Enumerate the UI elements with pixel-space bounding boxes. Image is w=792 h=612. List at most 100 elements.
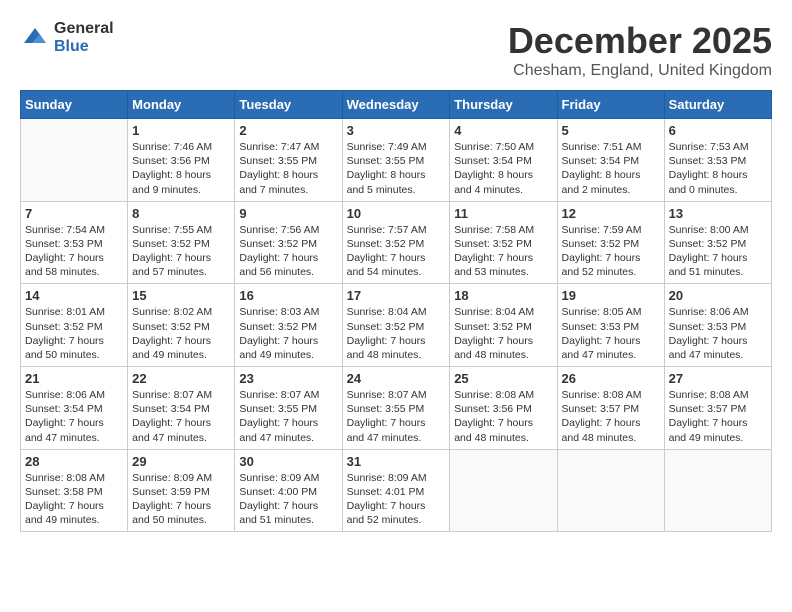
day-info: Sunrise: 8:07 AM Sunset: 3:54 PM Dayligh…	[132, 388, 230, 445]
calendar-cell: 9Sunrise: 7:56 AM Sunset: 3:52 PM Daylig…	[235, 201, 342, 284]
day-info: Sunrise: 8:06 AM Sunset: 3:53 PM Dayligh…	[669, 305, 767, 362]
day-number: 27	[669, 371, 767, 386]
day-number: 22	[132, 371, 230, 386]
calendar-cell: 22 Sunrise: 8:07 AM Sunset: 3:54 PM Dayli…	[128, 367, 235, 450]
day-info: Sunrise: 7:50 AM Sunset: 3:54 PM Dayligh…	[454, 140, 552, 197]
calendar-cell: 7Sunrise: 7:54 AM Sunset: 3:53 PM Daylig…	[21, 201, 128, 284]
header-saturday: Saturday	[664, 91, 771, 119]
day-number: 15	[132, 288, 230, 303]
calendar-cell: 31Sunrise: 8:09 AM Sunset: 4:01 PM Dayli…	[342, 449, 450, 532]
day-info: Sunrise: 8:02 AM Sunset: 3:52 PM Dayligh…	[132, 305, 230, 362]
day-number: 17	[347, 288, 446, 303]
header-sunday: Sunday	[21, 91, 128, 119]
day-number: 6	[669, 123, 767, 138]
header-friday: Friday	[557, 91, 664, 119]
calendar-cell: 2Sunrise: 7:47 AM Sunset: 3:55 PM Daylig…	[235, 119, 342, 202]
day-number: 3	[347, 123, 446, 138]
day-info: Sunrise: 7:56 AM Sunset: 3:52 PM Dayligh…	[239, 223, 337, 280]
logo-text: General Blue	[54, 20, 114, 55]
day-info: Sunrise: 7:49 AM Sunset: 3:55 PM Dayligh…	[347, 140, 446, 197]
calendar-cell: 28 Sunrise: 8:08 AM Sunset: 3:58 PM Dayli…	[21, 449, 128, 532]
day-info: Sunrise: 7:51 AM Sunset: 3:54 PM Dayligh…	[562, 140, 660, 197]
calendar-cell: 3 Sunrise: 7:49 AM Sunset: 3:55 PM Daylig…	[342, 119, 450, 202]
day-number: 4	[454, 123, 552, 138]
day-info: Sunrise: 8:07 AM Sunset: 3:55 PM Dayligh…	[239, 388, 337, 445]
calendar-cell	[450, 449, 557, 532]
day-info: Sunrise: 7:55 AM Sunset: 3:52 PM Dayligh…	[132, 223, 230, 280]
calendar-cell: 10 Sunrise: 7:57 AM Sunset: 3:52 PM Dayli…	[342, 201, 450, 284]
logo-blue-text: Blue	[54, 38, 114, 56]
calendar-cell: 29Sunrise: 8:09 AM Sunset: 3:59 PM Dayli…	[128, 449, 235, 532]
calendar-cell	[21, 119, 128, 202]
calendar-cell: 19 Sunrise: 8:05 AM Sunset: 3:53 PM Dayli…	[557, 284, 664, 367]
calendar-cell: 20 Sunrise: 8:06 AM Sunset: 3:53 PM Dayli…	[664, 284, 771, 367]
day-number: 25	[454, 371, 552, 386]
day-number: 14	[25, 288, 123, 303]
day-info: Sunrise: 8:06 AM Sunset: 3:54 PM Dayligh…	[25, 388, 123, 445]
day-number: 20	[669, 288, 767, 303]
day-number: 12	[562, 206, 660, 221]
day-number: 21	[25, 371, 123, 386]
day-number: 1	[132, 123, 230, 138]
day-info: Sunrise: 8:07 AM Sunset: 3:55 PM Dayligh…	[347, 388, 446, 445]
calendar-week-row: 7Sunrise: 7:54 AM Sunset: 3:53 PM Daylig…	[21, 201, 772, 284]
logo-general-text: General	[54, 20, 114, 38]
day-number: 13	[669, 206, 767, 221]
day-info: Sunrise: 7:57 AM Sunset: 3:52 PM Dayligh…	[347, 223, 446, 280]
header-monday: Monday	[128, 91, 235, 119]
logo: General Blue	[20, 20, 114, 55]
calendar-cell: 16Sunrise: 8:03 AM Sunset: 3:52 PM Dayli…	[235, 284, 342, 367]
day-info: Sunrise: 7:53 AM Sunset: 3:53 PM Dayligh…	[669, 140, 767, 197]
calendar-cell: 24 Sunrise: 8:07 AM Sunset: 3:55 PM Dayli…	[342, 367, 450, 450]
calendar-table: SundayMondayTuesdayWednesdayThursdayFrid…	[20, 90, 772, 532]
day-info: Sunrise: 7:47 AM Sunset: 3:55 PM Dayligh…	[239, 140, 337, 197]
day-info: Sunrise: 8:08 AM Sunset: 3:58 PM Dayligh…	[25, 471, 123, 528]
day-info: Sunrise: 7:59 AM Sunset: 3:52 PM Dayligh…	[562, 223, 660, 280]
day-info: Sunrise: 8:08 AM Sunset: 3:56 PM Dayligh…	[454, 388, 552, 445]
calendar-cell: 25 Sunrise: 8:08 AM Sunset: 3:56 PM Dayli…	[450, 367, 557, 450]
day-number: 23	[239, 371, 337, 386]
calendar-cell: 26Sunrise: 8:08 AM Sunset: 3:57 PM Dayli…	[557, 367, 664, 450]
page-header: General Blue December 2025 Chesham, Engl…	[20, 20, 772, 80]
day-number: 30	[239, 454, 337, 469]
calendar-cell: 6 Sunrise: 7:53 AM Sunset: 3:53 PM Daylig…	[664, 119, 771, 202]
day-info: Sunrise: 8:08 AM Sunset: 3:57 PM Dayligh…	[669, 388, 767, 445]
day-number: 8	[132, 206, 230, 221]
calendar-cell: 1Sunrise: 7:46 AM Sunset: 3:56 PM Daylig…	[128, 119, 235, 202]
calendar-cell: 14Sunrise: 8:01 AM Sunset: 3:52 PM Dayli…	[21, 284, 128, 367]
day-number: 28	[25, 454, 123, 469]
calendar-cell: 17Sunrise: 8:04 AM Sunset: 3:52 PM Dayli…	[342, 284, 450, 367]
calendar-cell	[664, 449, 771, 532]
day-info: Sunrise: 8:03 AM Sunset: 3:52 PM Dayligh…	[239, 305, 337, 362]
calendar-cell: 8 Sunrise: 7:55 AM Sunset: 3:52 PM Daylig…	[128, 201, 235, 284]
logo-icon	[20, 23, 50, 53]
calendar-cell: 18Sunrise: 8:04 AM Sunset: 3:52 PM Dayli…	[450, 284, 557, 367]
day-number: 10	[347, 206, 446, 221]
calendar-cell: 13 Sunrise: 8:00 AM Sunset: 3:52 PM Dayli…	[664, 201, 771, 284]
location-title: Chesham, England, United Kingdom	[508, 62, 772, 80]
calendar-cell: 11Sunrise: 7:58 AM Sunset: 3:52 PM Dayli…	[450, 201, 557, 284]
header-tuesday: Tuesday	[235, 91, 342, 119]
day-number: 24	[347, 371, 446, 386]
day-info: Sunrise: 8:00 AM Sunset: 3:52 PM Dayligh…	[669, 223, 767, 280]
day-number: 26	[562, 371, 660, 386]
calendar-week-row: 14Sunrise: 8:01 AM Sunset: 3:52 PM Dayli…	[21, 284, 772, 367]
day-number: 19	[562, 288, 660, 303]
calendar-cell: 15 Sunrise: 8:02 AM Sunset: 3:52 PM Dayli…	[128, 284, 235, 367]
calendar-cell: 4 Sunrise: 7:50 AM Sunset: 3:54 PM Daylig…	[450, 119, 557, 202]
calendar-week-row: 21 Sunrise: 8:06 AM Sunset: 3:54 PM Dayli…	[21, 367, 772, 450]
day-number: 31	[347, 454, 446, 469]
calendar-header-row: SundayMondayTuesdayWednesdayThursdayFrid…	[21, 91, 772, 119]
calendar-cell	[557, 449, 664, 532]
calendar-cell: 27 Sunrise: 8:08 AM Sunset: 3:57 PM Dayli…	[664, 367, 771, 450]
calendar-cell: 5Sunrise: 7:51 AM Sunset: 3:54 PM Daylig…	[557, 119, 664, 202]
day-info: Sunrise: 8:09 AM Sunset: 4:00 PM Dayligh…	[239, 471, 337, 528]
calendar-cell: 23 Sunrise: 8:07 AM Sunset: 3:55 PM Dayli…	[235, 367, 342, 450]
day-info: Sunrise: 8:05 AM Sunset: 3:53 PM Dayligh…	[562, 305, 660, 362]
title-block: December 2025 Chesham, England, United K…	[508, 20, 772, 80]
calendar-week-row: 28 Sunrise: 8:08 AM Sunset: 3:58 PM Dayli…	[21, 449, 772, 532]
calendar-cell: 21 Sunrise: 8:06 AM Sunset: 3:54 PM Dayli…	[21, 367, 128, 450]
calendar-cell: 12 Sunrise: 7:59 AM Sunset: 3:52 PM Dayli…	[557, 201, 664, 284]
calendar-cell: 30 Sunrise: 8:09 AM Sunset: 4:00 PM Dayli…	[235, 449, 342, 532]
month-title: December 2025	[508, 20, 772, 62]
